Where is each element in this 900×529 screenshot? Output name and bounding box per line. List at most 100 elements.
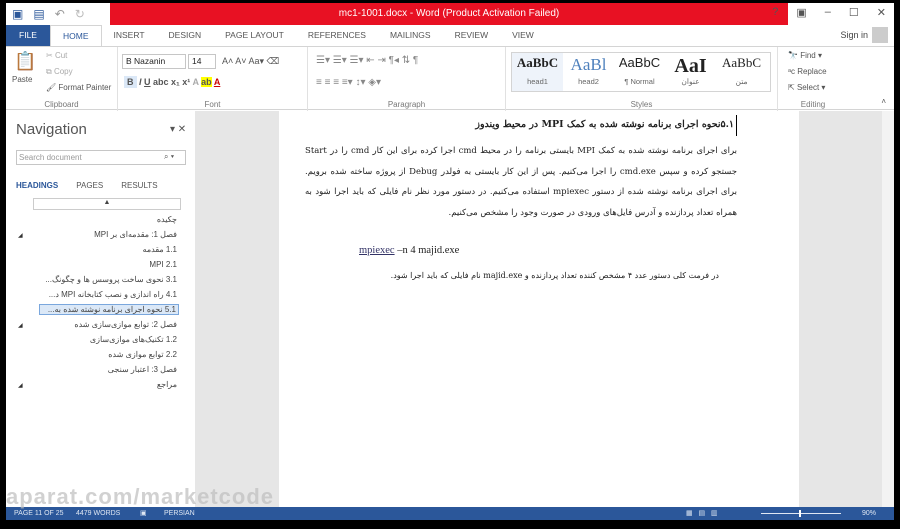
italic-button[interactable]: I [139,77,142,87]
style-sample: AaBbC [722,55,761,70]
font-group: B Nazanin 14 A˄ A˅ Aa▾ ⌫ B I U abc x₁ x¹… [118,47,308,111]
heading-item[interactable]: 1.2 تکنیک‌های موازی‌سازی [90,335,177,344]
replace-label: Replace [797,67,827,76]
tab-results[interactable]: RESULTS [121,181,157,190]
expand-triangle-icon[interactable]: ◢ [18,382,23,389]
maximize-button[interactable]: ☐ [849,6,859,19]
title-bar: ▣ ▤ ↶ ↻ mc1-1001.docx - Word (Product Ac… [6,3,894,25]
find-label: Find [800,51,816,60]
paste-icon[interactable]: 📋 [14,51,36,72]
section-heading: ۵.۱نحوه اجرای برنامه نوشته شده به کمک MP… [475,115,737,136]
avatar[interactable] [872,27,888,43]
replace-button[interactable]: ᵃc Replace [788,67,827,76]
style-normal[interactable]: AaBbC ¶ Normal [614,53,665,91]
word-logo-icon: ▣ [12,7,24,21]
select-label: Select [796,83,820,92]
style-head2[interactable]: AaBl head2 [563,53,614,91]
style-name: عنوان [681,77,700,86]
expand-triangle-icon[interactable]: ◢ [18,232,23,239]
tab-review[interactable]: REVIEW [443,25,501,46]
search-document-input[interactable]: Search document [16,150,186,165]
redo-icon[interactable]: ↻ [75,7,85,21]
quick-access-toolbar: ▣ ▤ ↶ ↻ [12,7,85,21]
heading-item[interactable]: فصل 3: اعتبار سنجی [108,365,177,374]
navigation-title: Navigation [16,121,87,138]
font-size-select[interactable]: 14 [188,54,216,69]
style-head1[interactable]: AaBbC head1 [512,53,563,91]
font-label: Font [204,100,221,109]
cut-button[interactable]: ✂ Cut [46,51,67,60]
expand-triangle-icon[interactable]: ◢ [18,322,23,329]
editing-label: Editing [800,100,826,109]
zoom-slider-thumb[interactable] [799,510,801,517]
style-title[interactable]: AaI عنوان [665,53,716,91]
heading-item-selected[interactable]: 5.1 نحوه اجرای برنامه نوشته شده به... [39,304,179,315]
copy-label: Copy [53,67,73,76]
heading-item[interactable]: 2.2 توابع موازی شده [108,350,177,359]
alignment-buttons[interactable]: ≡ ≡ ≡ ≡▾ ↕▾ ◈▾ [316,77,381,88]
undo-icon[interactable]: ↶ [55,7,65,21]
styles-label: Styles [630,100,653,109]
close-button[interactable]: ✕ [877,6,886,19]
collapse-ribbon-icon[interactable]: ˄ [881,97,886,106]
clipboard-label: Clipboard [44,100,79,109]
tab-references[interactable]: REFERENCES [296,25,378,46]
find-button[interactable]: 🔭 Find ▾ [788,51,822,60]
tab-home[interactable]: HOME [50,24,102,47]
ribbon-display-button[interactable]: ▣ [796,6,806,19]
save-icon[interactable]: ▤ [33,7,44,21]
heading-item[interactable]: مراجع [157,380,177,389]
format-painter-label: Format Painter [58,83,112,92]
help-button[interactable]: ? [772,6,778,19]
tab-design[interactable]: DESIGN [157,25,214,46]
format-painter-button[interactable]: 🖌 Format Painter [46,83,111,92]
font-name-select[interactable]: B Nazanin [122,54,186,69]
style-sample: AaBbC [618,55,661,70]
ribbon-tabs: FILE HOME INSERT DESIGN PAGE LAYOUT REFE… [6,24,894,47]
style-name: head1 [527,77,548,86]
paste-button[interactable]: Paste [12,75,32,84]
heading-item[interactable]: فصل 2: توابع موازی‌سازی شده [74,320,177,329]
window-title: mc1-1001.docx - Word (Product Activation… [110,3,788,25]
font-size-tools[interactable]: A˄ A˅ Aa▾ ⌫ [222,56,279,67]
heading-item[interactable]: 1.1 مقدمه [143,245,177,254]
bold-button[interactable]: B [124,76,137,88]
styles-gallery: AaBbC head1 AaBl head2 AaBbC ¶ Normal AaI عن… [511,52,771,92]
view-buttons[interactable]: ▦ ▤ ▥ [686,507,718,520]
pane-options-and-close[interactable]: ▾ ✕ [170,124,186,135]
tab-page-layout[interactable]: PAGE LAYOUT [213,25,296,46]
tab-insert[interactable]: INSERT [102,25,157,46]
heading-item[interactable]: چکیده [157,215,177,224]
vertical-scrollbar[interactable] [882,111,894,507]
cut-label: Cut [54,51,68,60]
underline-button[interactable]: U [144,77,151,87]
style-text[interactable]: AaBbC متن [716,53,767,91]
watermark: aparat.com/marketcode [6,484,274,509]
tab-mailings[interactable]: MAILINGS [378,25,443,46]
search-icon[interactable]: ⌕ ▾ [164,152,174,162]
document-area: ۵.۱نحوه اجرای برنامه نوشته شده به کمک MP… [195,111,894,507]
paragraph-label: Paragraph [387,100,426,109]
select-button[interactable]: ⇱ Select ▾ [788,83,825,92]
format-buttons[interactable]: B I U abc x₁ x¹ A ab A [124,76,220,88]
copy-button[interactable]: ⧉ Copy [46,67,73,77]
list-buttons[interactable]: ☰▾ ☰▾ ☰▾ ⇤ ⇥ ¶◂ ⇅ ¶ [316,55,418,66]
ribbon: 📋 Paste ✂ Cut ⧉ Copy 🖌 Format Painter Cl… [6,46,894,111]
sign-in-link[interactable]: Sign in [840,30,868,40]
tab-pages[interactable]: PAGES [76,181,103,190]
tab-file[interactable]: FILE [6,25,50,46]
tab-view[interactable]: VIEW [500,25,546,46]
clipboard-group: 📋 Paste ✂ Cut ⧉ Copy 🖌 Format Painter Cl… [6,47,118,111]
collapse-all-button[interactable]: ▲ [33,198,181,210]
heading-item[interactable]: 3.1 نحوی ساخت پروسس ها و چگونگ... [45,275,177,284]
heading-item[interactable]: فصل 1: مقدمه‌ای بر MPI [94,230,177,239]
zoom-slider[interactable] [761,513,841,514]
zoom-level[interactable]: 90% [862,507,876,520]
heading-item[interactable]: MPI 2.1 [149,260,177,269]
heading-item[interactable]: 4.1 راه اندازی و نصب کتابخانه MPI د... [49,290,177,299]
minimize-button[interactable]: – [825,6,831,19]
tab-headings[interactable]: HEADINGS [16,181,58,190]
document-page[interactable]: ۵.۱نحوه اجرای برنامه نوشته شده به کمک MP… [279,111,799,507]
editing-group: 🔭 Find ▾ ᵃc Replace ⇱ Select ▾ Editing [778,47,848,111]
paragraph-group: ☰▾ ☰▾ ☰▾ ⇤ ⇥ ¶◂ ⇅ ¶ ≡ ≡ ≡ ≡▾ ↕▾ ◈▾ Parag… [308,47,506,111]
